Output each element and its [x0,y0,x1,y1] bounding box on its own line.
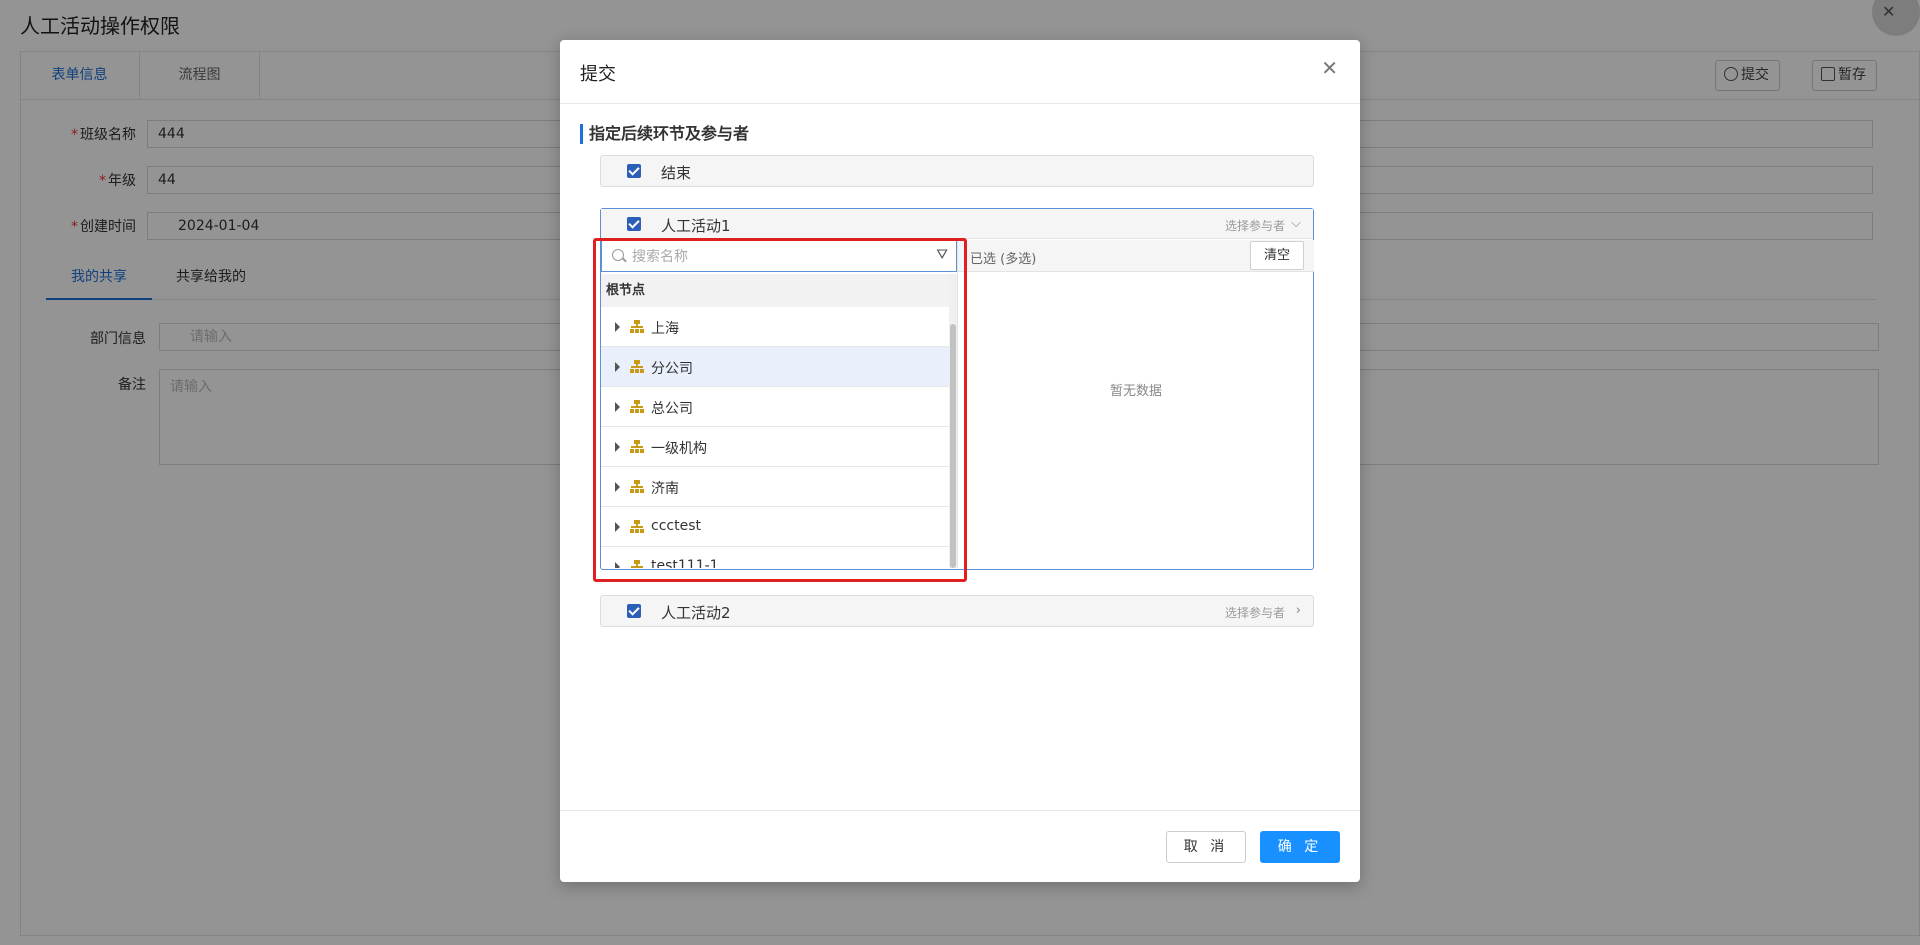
chevron-down-icon[interactable]: ⌵ [1291,216,1301,231]
confirm-button[interactable]: 确 定 [1260,831,1340,863]
cancel-button[interactable]: 取 消 [1166,831,1246,863]
section-title: 指定后续环节及参与者 [580,124,749,144]
step-activity-1-label: 人工活动1 [661,217,731,235]
selected-title: 已选 (多选) [970,252,1037,267]
highlight-box [593,238,967,582]
select-participants-link[interactable]: 选择参与者 [1225,604,1285,621]
step-activity-1-header[interactable]: 人工活动1 选择参与者 ⌵ [601,209,1313,239]
step-activity-2[interactable]: 人工活动2 选择参与者 › [600,595,1314,627]
step-end-checkbox[interactable] [627,164,641,178]
select-participants-link[interactable]: 选择参与者 [1225,217,1285,234]
empty-placeholder: 暂无数据 [1109,384,1162,399]
step-activity-2-checkbox[interactable] [627,604,641,618]
selected-panel: 已选 (多选) 清空 暂无数据 [957,240,1314,568]
dialog-header: 提交 ✕ [560,40,1360,104]
dialog-footer: 取 消 确 定 [560,810,1360,882]
selected-panel-header: 已选 (多选) 清空 [958,240,1314,272]
step-end[interactable]: 结束 [600,155,1314,187]
step-end-label: 结束 [661,164,692,182]
dialog-title: 提交 [580,64,616,85]
clear-button[interactable]: 清空 [1250,241,1304,270]
step-activity-2-label: 人工活动2 [661,604,731,622]
close-icon[interactable]: ✕ [1321,56,1338,80]
chevron-right-icon[interactable]: › [1296,603,1301,618]
step-activity-1-checkbox[interactable] [627,217,641,231]
